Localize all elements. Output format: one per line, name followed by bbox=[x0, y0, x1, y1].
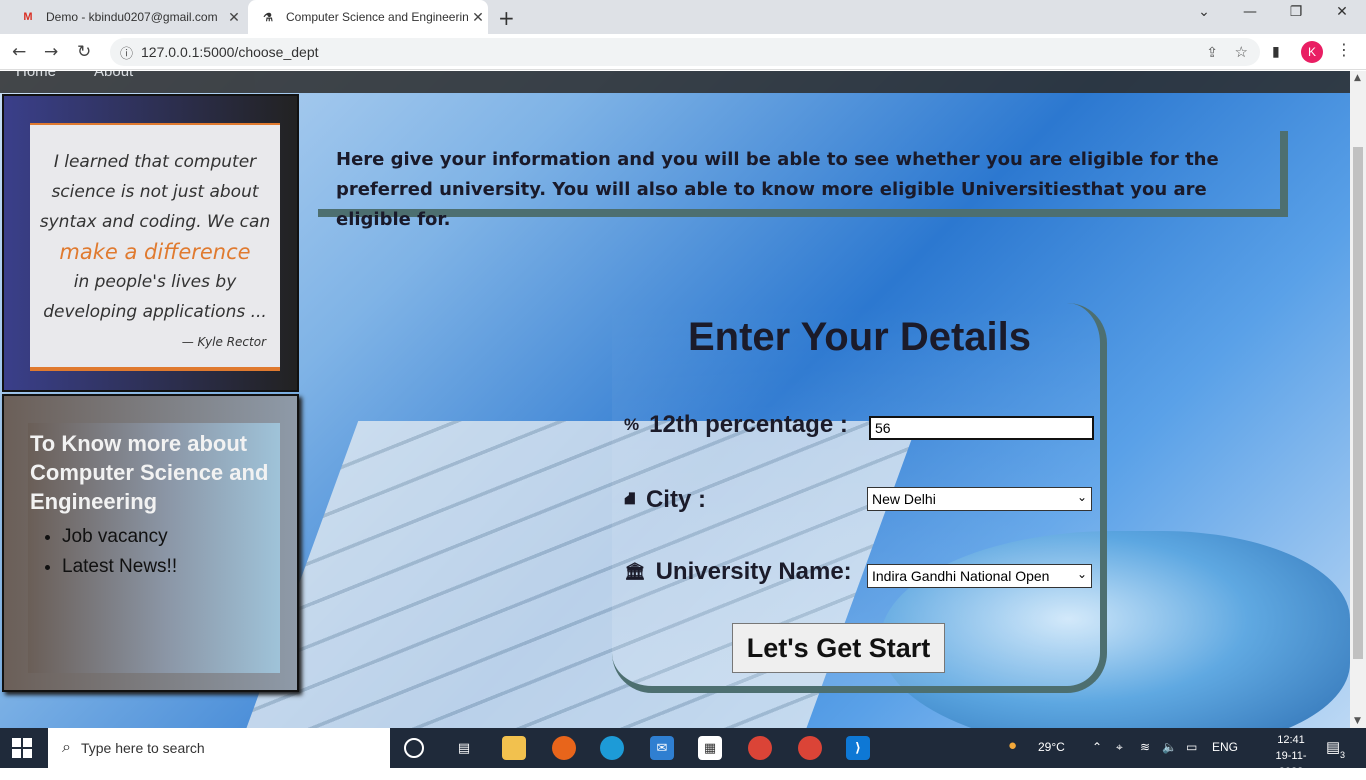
link-latest-news[interactable]: Latest News!! bbox=[62, 552, 278, 582]
language-indicator[interactable]: ENG bbox=[1212, 740, 1238, 754]
taskbar-search[interactable]: ⌕ Type here to search bbox=[48, 728, 390, 768]
url-field[interactable]: ⓘ 127.0.0.1:5000/choose_dept ⇪ ☆ bbox=[110, 38, 1260, 66]
form-title: Enter Your Details bbox=[687, 315, 1032, 359]
city-label: ⛘ City : bbox=[624, 486, 706, 514]
windows-start-icon[interactable] bbox=[12, 738, 32, 758]
scroll-up-icon[interactable]: ▲ bbox=[1354, 73, 1361, 83]
quote-line: science is not just about bbox=[51, 182, 259, 202]
university-selected-value: Indira Gandhi National Open bbox=[872, 568, 1050, 584]
site-info-icon[interactable]: ⓘ bbox=[120, 43, 133, 62]
details-form: Enter Your Details % 12th percentage : 5… bbox=[612, 303, 1107, 693]
menu-icon[interactable]: ⋮ bbox=[1336, 40, 1352, 59]
volume-icon[interactable]: 🔈 bbox=[1162, 740, 1177, 754]
page-scrollbar[interactable]: ▲ ▼ bbox=[1350, 71, 1366, 728]
info-banner: Here give your information and you will … bbox=[318, 131, 1288, 230]
chevron-down-icon: ⌄ bbox=[1074, 567, 1089, 581]
notification-count: 3 bbox=[1340, 750, 1346, 760]
vscode-icon[interactable]: ⟩ bbox=[846, 736, 870, 760]
top-nav: Home About bbox=[0, 71, 1350, 93]
search-placeholder: Type here to search bbox=[80, 740, 205, 756]
forward-icon[interactable]: → bbox=[44, 42, 58, 62]
percentage-label-text: 12th percentage : bbox=[649, 411, 848, 438]
quote-line: developing applications ... bbox=[43, 302, 267, 322]
scrollbar-thumb[interactable] bbox=[1353, 147, 1363, 659]
firefox-icon[interactable] bbox=[552, 736, 576, 760]
percent-icon: % bbox=[624, 415, 640, 434]
tab-title: Computer Science and Engineerin bbox=[286, 10, 468, 24]
mail-icon[interactable]: ✉ bbox=[650, 736, 674, 760]
clock-date: 19-11-2022 bbox=[1275, 750, 1307, 778]
share-icon[interactable]: ⇪ bbox=[1206, 44, 1218, 61]
nav-about[interactable]: About bbox=[94, 71, 133, 80]
university-label-text: University Name: bbox=[655, 558, 852, 585]
edge-icon[interactable] bbox=[600, 736, 624, 760]
university-label: 🏛 University Name: bbox=[624, 558, 852, 586]
tab-site-icon: ⚗ bbox=[263, 11, 273, 24]
weather-icon: ● bbox=[1008, 737, 1018, 754]
start-button[interactable]: Let's Get Start bbox=[732, 623, 945, 673]
quote-panel: I learned that computer science is not j… bbox=[2, 94, 299, 392]
url-text: 127.0.0.1:5000/choose_dept bbox=[141, 44, 319, 60]
restore-icon[interactable]: ❐ bbox=[1276, 4, 1316, 20]
gmail-icon: M bbox=[23, 11, 33, 23]
weather-temp[interactable]: 29°C bbox=[1038, 740, 1065, 754]
browser-tab-bar: M Demo - kbindu0207@gmail.com ✕ ⚗ Comput… bbox=[0, 0, 1366, 34]
chevron-down-icon: ⌄ bbox=[1074, 490, 1089, 504]
minimize-icon[interactable]: — bbox=[1230, 4, 1270, 20]
windows-taskbar: ⌕ Type here to search ▤ ✉ ▦ ⟩ ● 29°C ⌃ ⌖… bbox=[0, 728, 1366, 778]
reload-icon[interactable]: ↻ bbox=[77, 42, 91, 62]
info-panel: To Know more about Computer Science and … bbox=[2, 394, 299, 692]
notification-icon[interactable]: ▤ bbox=[1326, 738, 1340, 756]
taskbar-clock[interactable]: 12:41 19-11-2022 bbox=[1266, 732, 1316, 780]
percentage-label: % 12th percentage : bbox=[624, 411, 848, 439]
task-view-icon[interactable] bbox=[404, 738, 424, 758]
quote-line: I learned that computer bbox=[53, 152, 257, 172]
tab-active[interactable]: ⚗ Computer Science and Engineerin ✕ bbox=[248, 0, 488, 34]
nav-home[interactable]: Home bbox=[16, 71, 56, 80]
quote-highlight: make a difference bbox=[59, 240, 251, 264]
university-select[interactable]: Indira Gandhi National Open ⌄ bbox=[867, 564, 1092, 588]
new-tab-button[interactable]: + bbox=[498, 6, 515, 30]
tray-chevron-icon[interactable]: ⌃ bbox=[1092, 740, 1102, 754]
info-panel-inner: To Know more about Computer Science and … bbox=[28, 423, 280, 673]
close-icon[interactable]: ✕ bbox=[468, 9, 488, 26]
quote-card: I learned that computer science is not j… bbox=[30, 123, 280, 371]
tab-title: Demo - kbindu0207@gmail.com bbox=[46, 10, 218, 24]
profile-avatar[interactable]: K bbox=[1301, 41, 1323, 63]
network-icon[interactable]: ⌖ bbox=[1116, 740, 1123, 755]
tab-search-icon[interactable]: ⌄ bbox=[1184, 4, 1224, 20]
link-job-vacancy[interactable]: Job vacancy bbox=[62, 522, 278, 552]
quote-line: in people's lives by bbox=[73, 272, 237, 292]
quote-line: syntax and coding. We can bbox=[39, 212, 271, 232]
bookmark-star-icon[interactable]: ☆ bbox=[1235, 43, 1248, 61]
store-icon[interactable]: ▦ bbox=[698, 736, 722, 760]
page-content: Home About I learned that computer scien… bbox=[0, 71, 1350, 728]
wifi-icon[interactable]: ≋ bbox=[1140, 740, 1150, 754]
info-heading: To Know more about Computer Science and … bbox=[30, 431, 269, 514]
search-icon: ⌕ bbox=[62, 739, 71, 756]
window-close-icon[interactable]: ✕ bbox=[1322, 4, 1362, 20]
city-select[interactable]: New Delhi ⌄ bbox=[867, 487, 1092, 511]
widgets-icon[interactable]: ▤ bbox=[452, 736, 476, 760]
city-label-text: City : bbox=[645, 486, 706, 513]
map-icon: ⛘ bbox=[624, 489, 636, 508]
tab-gmail[interactable]: M Demo - kbindu0207@gmail.com ✕ bbox=[8, 0, 244, 34]
clock-time: 12:41 bbox=[1277, 734, 1305, 746]
university-icon: 🏛 bbox=[624, 562, 646, 581]
city-selected-value: New Delhi bbox=[872, 491, 936, 507]
battery-icon[interactable]: ▭ bbox=[1186, 740, 1197, 754]
address-bar: ← → ↻ ⓘ 127.0.0.1:5000/choose_dept ⇪ ☆ ▮… bbox=[0, 34, 1366, 70]
info-links: Job vacancy Latest News!! bbox=[30, 522, 278, 582]
percentage-input[interactable]: 56 bbox=[869, 416, 1094, 440]
side-panel-icon[interactable]: ▮ bbox=[1272, 44, 1280, 60]
quote-author: — Kyle Rector bbox=[181, 335, 266, 349]
scroll-down-icon[interactable]: ▼ bbox=[1354, 716, 1361, 726]
chrome-active-icon[interactable] bbox=[798, 736, 822, 760]
back-icon[interactable]: ← bbox=[12, 42, 26, 62]
chrome-icon[interactable] bbox=[748, 736, 772, 760]
close-icon[interactable]: ✕ bbox=[224, 9, 244, 26]
file-explorer-icon[interactable] bbox=[502, 736, 526, 760]
